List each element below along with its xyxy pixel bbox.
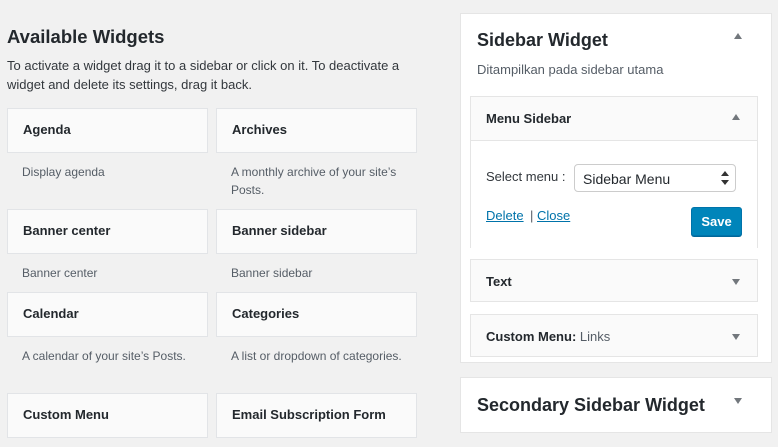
arrow-down-icon[interactable] bbox=[732, 334, 740, 340]
widget-custom-menu-links[interactable]: Custom Menu: Links bbox=[470, 314, 758, 357]
widget-description: Banner center bbox=[22, 266, 98, 280]
arrow-up-icon[interactable] bbox=[732, 114, 740, 120]
widget-description: Display agenda bbox=[22, 165, 105, 179]
widget-text[interactable]: Text bbox=[470, 259, 758, 302]
widget-title: Banner sidebar bbox=[232, 223, 327, 238]
widget-title-subtitle: Links bbox=[579, 329, 611, 344]
widget-archives[interactable]: Archives bbox=[216, 108, 417, 153]
widget-description: A monthly archive of your site’s Posts. bbox=[231, 165, 397, 197]
save-button[interactable]: Save bbox=[691, 207, 742, 236]
sidebar-widget-area: Sidebar Widget Ditampilkan pada sidebar … bbox=[460, 13, 772, 363]
widget-title: Email Subscription Form bbox=[232, 407, 386, 422]
widget-banner-sidebar[interactable]: Banner sidebar bbox=[216, 209, 417, 254]
widget-description: Banner sidebar bbox=[231, 266, 313, 280]
widget-custom-menu[interactable]: Custom Menu bbox=[7, 393, 208, 438]
delete-link[interactable]: Delete bbox=[486, 208, 524, 223]
close-link[interactable]: Close bbox=[537, 208, 570, 223]
arrow-down-icon[interactable] bbox=[732, 279, 740, 285]
secondary-sidebar-widget-area[interactable]: Secondary Sidebar Widget bbox=[460, 377, 772, 433]
selected-menu-value: Sidebar Menu bbox=[583, 171, 671, 187]
widget-description: A calendar of your site’s Posts. bbox=[22, 349, 186, 363]
arrow-up-icon[interactable] bbox=[734, 33, 742, 39]
widget-title: Categories bbox=[232, 306, 300, 321]
widget-email-subscription-form[interactable]: Email Subscription Form bbox=[216, 393, 417, 438]
widget-menu-sidebar: Menu Sidebar Select menu : Sidebar Menu … bbox=[470, 96, 758, 250]
sidebar-description: Ditampilkan pada sidebar utama bbox=[477, 62, 664, 77]
available-widgets-description: To activate a widget drag it to a sideba… bbox=[7, 58, 400, 92]
sidebar-title[interactable]: Sidebar Widget bbox=[477, 30, 608, 51]
widget-agenda[interactable]: Agenda bbox=[7, 108, 208, 153]
link-separator: | bbox=[530, 208, 534, 223]
widget-settings: Select menu : Sidebar Menu Delete | Clos… bbox=[471, 140, 757, 250]
select-menu-label: Select menu : bbox=[486, 169, 566, 184]
widget-title: Text bbox=[486, 274, 512, 289]
secondary-sidebar-title: Secondary Sidebar Widget bbox=[477, 395, 705, 415]
widget-categories[interactable]: Categories bbox=[216, 292, 417, 337]
widget-title: Archives bbox=[232, 122, 287, 137]
widget-title: Custom Menu: Links bbox=[486, 329, 610, 344]
widget-title[interactable]: Menu Sidebar bbox=[486, 111, 571, 126]
widget-title: Custom Menu bbox=[23, 407, 109, 422]
widget-banner-center[interactable]: Banner center bbox=[7, 209, 208, 254]
widget-title: Banner center bbox=[23, 223, 111, 238]
available-widgets-title: Available Widgets bbox=[7, 26, 165, 47]
arrow-down-icon[interactable] bbox=[734, 398, 742, 404]
widget-calendar[interactable]: Calendar bbox=[7, 292, 208, 337]
widget-title: Agenda bbox=[23, 122, 71, 137]
widget-title-main: Custom Menu: bbox=[486, 329, 577, 344]
select-arrows-icon bbox=[721, 171, 729, 185]
select-menu-dropdown[interactable]: Sidebar Menu bbox=[574, 164, 736, 192]
widget-title: Calendar bbox=[23, 306, 79, 321]
widget-description: A list or dropdown of categories. bbox=[231, 349, 402, 363]
